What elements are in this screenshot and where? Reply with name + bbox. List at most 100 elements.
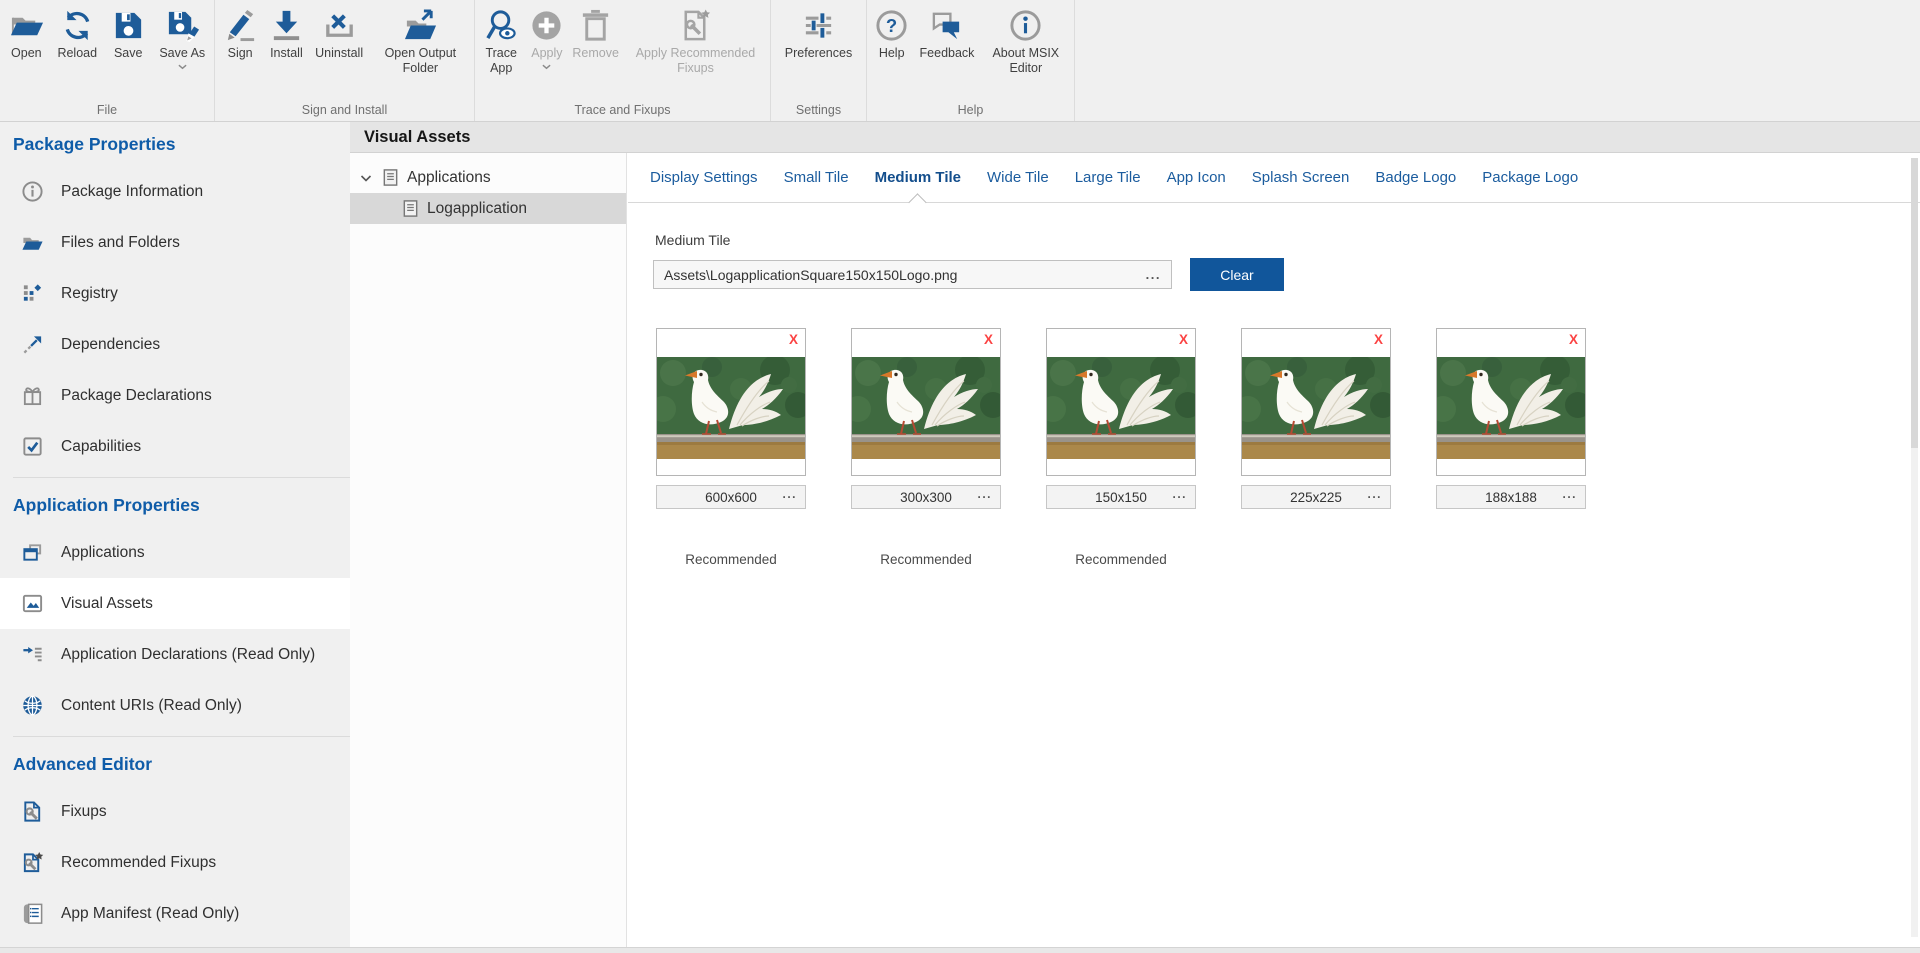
remove-asset-button[interactable]: X [984,332,993,347]
remove-asset-button[interactable]: X [1374,332,1383,347]
tab-app-icon[interactable]: App Icon [1154,153,1239,202]
browse-size-button[interactable]: ... [782,487,797,501]
browse-size-button[interactable]: ... [1172,487,1187,501]
sidebar-item-registry[interactable]: Registry [0,268,350,319]
help-button[interactable]: ?Help [870,6,913,61]
remove-trash-icon [578,8,613,43]
sidebar-item-applications[interactable]: Applications [0,527,350,578]
sidebar-section-advanced-editor: Advanced EditorFixupsRecommended FixupsA… [0,742,350,939]
preferences-button[interactable]: Preferences [781,6,856,61]
tab-splash-screen[interactable]: Splash Screen [1239,153,1363,202]
save-as-button[interactable]: Save As [155,6,209,70]
tree-node-applications[interactable]: Applications [350,162,626,193]
open-folder-icon [9,8,44,43]
asset-cards: X600x600...RecommendedX300x300...Recomme… [656,328,1920,567]
asset-size-label: 150x150 [1095,490,1147,505]
medium-tile-path-input[interactable]: Assets\LogapplicationSquare150x150Logo.p… [653,260,1172,289]
asset-preview: X [1436,328,1586,476]
asset-size-label: 300x300 [900,490,952,505]
sidebar-section-heading: Package Properties [0,122,350,166]
ribbon-button-label: Save [114,46,143,61]
feedback-button[interactable]: Feedback [916,6,979,61]
sidebar-item-package-declarations[interactable]: Package Declarations [0,370,350,421]
browse-size-button[interactable]: ... [1562,487,1577,501]
sidebar-item-visual-assets[interactable]: Visual Assets [0,578,350,629]
sidebar-item-recommended-fixups[interactable]: Recommended Fixups [0,837,350,888]
sidebar-item-package-information[interactable]: Package Information [0,166,350,217]
dove-image [657,357,805,459]
browse-size-button[interactable]: ... [977,487,992,501]
sidebar-item-dependencies[interactable]: Dependencies [0,319,350,370]
tree-node-logapplication[interactable]: Logapplication [350,193,626,224]
help-icon: ? [874,8,909,43]
asset-size-field[interactable]: 600x600... [656,485,806,509]
tab-package-logo[interactable]: Package Logo [1469,153,1591,202]
sidebar-item-label: Dependencies [61,336,160,354]
chevron-down-icon[interactable] [358,170,374,186]
ribbon-button-label: Apply Recommended Fixups [627,46,764,76]
ribbon-group-label: Help [867,103,1074,117]
ribbon-group-label: Settings [771,103,866,117]
feedback-icon [929,8,964,43]
reload-button[interactable]: Reload [53,6,101,61]
sign-button[interactable]: Sign [219,6,262,61]
sidebar-item-files-and-folders[interactable]: Files and Folders [0,217,350,268]
remove-asset-button[interactable]: X [1569,332,1578,347]
scrollbar-thumb[interactable] [1911,158,1918,448]
sidebar-item-app-manifest-read-only[interactable]: App Manifest (Read Only) [0,888,350,939]
open-output-folder-button[interactable]: Open Output Folder [370,6,470,76]
dove-image [1047,357,1195,459]
tab-large-tile[interactable]: Large Tile [1062,153,1154,202]
remove-asset-button[interactable]: X [789,332,798,347]
trace-app-icon [484,8,519,43]
sidebar-nav: Package PropertiesPackage InformationFil… [0,122,350,947]
sidebar-item-label: Application Declarations (Read Only) [61,646,315,664]
visual-assets-icon [21,592,44,615]
clear-button[interactable]: Clear [1190,258,1284,291]
asset-size-field[interactable]: 225x225... [1241,485,1391,509]
sidebar-item-label: Package Declarations [61,387,212,405]
trace-app-button[interactable]: Trace App [477,6,525,76]
reload-icon [60,8,95,43]
asset-preview: X [851,328,1001,476]
horizontal-scrollbar[interactable] [0,947,1920,953]
sidebar-item-capabilities[interactable]: Capabilities [0,421,350,472]
browse-button[interactable]: ... [1146,267,1161,282]
asset-size-field[interactable]: 150x150... [1046,485,1196,509]
sidebar-item-fixups[interactable]: Fixups [0,786,350,837]
sidebar-divider [13,736,350,737]
ribbon-group-file: OpenReloadSaveSave AsFile [0,0,215,121]
sidebar-section-package-properties: Package PropertiesPackage InformationFil… [0,122,350,472]
browse-size-button[interactable]: ... [1367,487,1382,501]
ribbon-group-help: ?HelpFeedbackAbout MSIX Editor Help [867,0,1075,121]
ribbon-button-label: Save As [159,46,205,61]
tab-small-tile[interactable]: Small Tile [771,153,862,202]
uninstall-icon [322,8,357,43]
asset-column: X300x300...Recommended [851,328,1001,567]
remove-asset-button[interactable]: X [1179,332,1188,347]
vertical-scrollbar[interactable] [1911,158,1918,937]
uninstall-button[interactable]: Uninstall [311,6,367,61]
chevron-down-icon [542,64,551,70]
sidebar-item-application-declarations-read-only[interactable]: Application Declarations (Read Only) [0,629,350,680]
save-button[interactable]: Save [107,6,150,61]
asset-size-label: 600x600 [705,490,757,505]
ribbon-button-label: Preferences [785,46,852,61]
files-folders-icon [21,231,44,254]
asset-size-field[interactable]: 188x188... [1436,485,1586,509]
ribbon-button-label: Uninstall [315,46,363,61]
install-button[interactable]: Install [265,6,308,61]
sidebar-item-label: Content URIs (Read Only) [61,697,242,715]
tab-display-settings[interactable]: Display Settings [637,153,771,202]
tab-badge-logo[interactable]: Badge Logo [1362,153,1469,202]
tab-wide-tile[interactable]: Wide Tile [974,153,1062,202]
about-msix-editor-button[interactable]: About MSIX Editor [981,6,1071,76]
sidebar-section-heading: Advanced Editor [0,742,350,786]
ribbon-button-label: Open [11,46,42,61]
open-output-folder-icon [403,8,438,43]
ribbon-group-trace-and-fixups: Trace AppApplyRemoveApply Recommended Fi… [475,0,771,121]
asset-size-field[interactable]: 300x300... [851,485,1001,509]
open-button[interactable]: Open [5,6,48,61]
ribbon-button-label: Sign [228,46,253,61]
sidebar-item-content-uris-read-only[interactable]: Content URIs (Read Only) [0,680,350,731]
